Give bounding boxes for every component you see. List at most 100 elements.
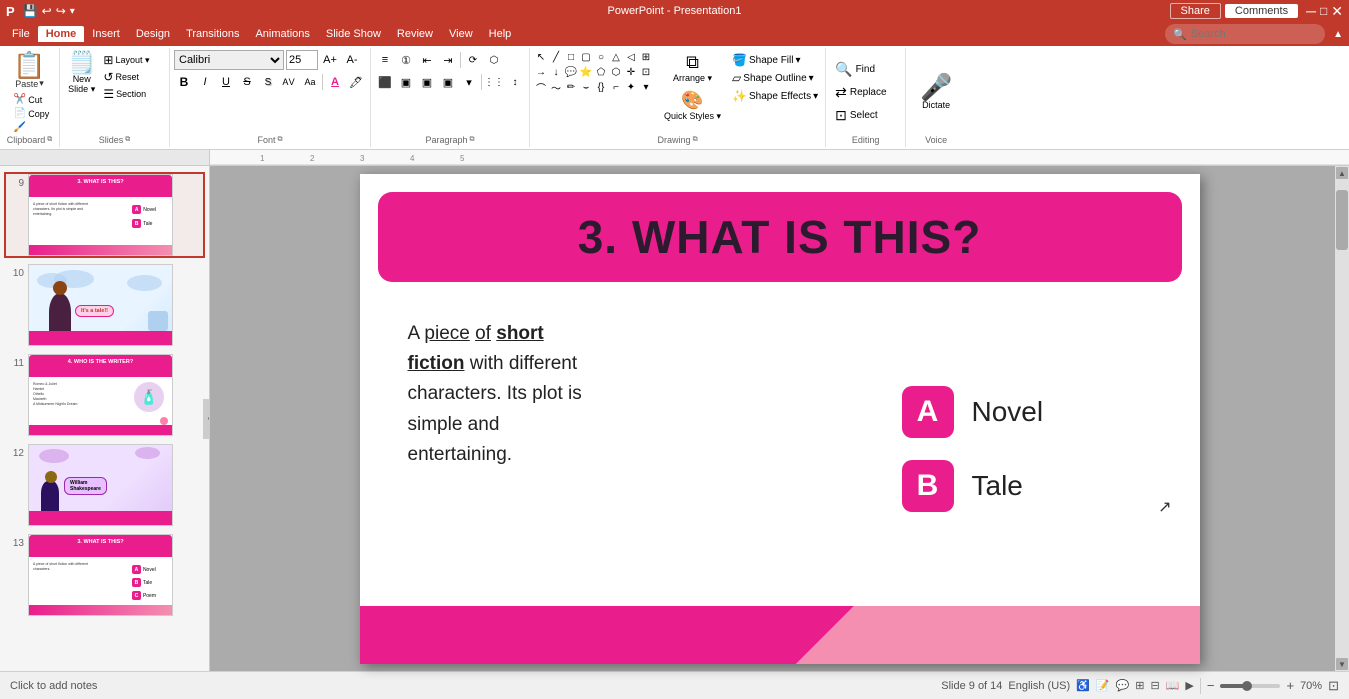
columns-btn[interactable]: ⋮⋮	[484, 72, 504, 92]
zoom-out-btn[interactable]: −	[1207, 678, 1215, 693]
shape-cross[interactable]: ✛	[624, 65, 638, 79]
notes-btn[interactable]: 📝	[1096, 679, 1110, 692]
font-color-btn[interactable]: A	[325, 72, 345, 92]
menu-help[interactable]: Help	[481, 26, 520, 42]
slide-item-13[interactable]: 13 3. WHAT IS THIS? A piece of short fic…	[4, 532, 205, 618]
ribbon-collapse-btn[interactable]: ▲	[1331, 27, 1345, 42]
font-size-input[interactable]	[286, 50, 318, 70]
accessibility-btn[interactable]: ♿	[1076, 679, 1090, 692]
increase-font-btn[interactable]: A+	[320, 50, 340, 70]
shape-star[interactable]: ⭐	[579, 65, 593, 79]
qat-more-btn[interactable]: ▾	[70, 6, 75, 17]
text-shadow-btn[interactable]: S	[258, 72, 278, 92]
shape-arrow-r[interactable]: →	[534, 65, 548, 79]
shape-more[interactable]: ⊞	[639, 50, 653, 64]
bold-btn[interactable]: B	[174, 72, 194, 92]
shapes-dropdown[interactable]: ▾	[639, 80, 653, 94]
menu-slideshow[interactable]: Slide Show	[318, 26, 389, 42]
menu-review[interactable]: Review	[389, 26, 441, 42]
shape-fill-button[interactable]: 🪣 Shape Fill ▾	[729, 52, 821, 68]
numbering-btn[interactable]: ①	[396, 50, 416, 70]
view-normal-btn[interactable]: ⊞	[1135, 679, 1144, 692]
shape-curve[interactable]: ⌣	[579, 80, 593, 94]
shape-outline-button[interactable]: ▱ Shape Outline ▾	[729, 70, 821, 86]
minimize-btn[interactable]: ─	[1306, 3, 1316, 19]
menu-design[interactable]: Design	[128, 26, 178, 42]
panel-collapse-handle[interactable]: ‹	[203, 399, 210, 439]
underline-btn[interactable]: U	[216, 72, 236, 92]
increase-indent-btn[interactable]: ⇥	[438, 50, 458, 70]
strikethrough-btn[interactable]: S	[237, 72, 257, 92]
slide-option-a[interactable]: A Novel	[902, 386, 1162, 438]
search-input[interactable]	[1191, 28, 1311, 40]
decrease-indent-btn[interactable]: ⇤	[417, 50, 437, 70]
canvas-scrollbar[interactable]: ▲ ▼	[1335, 166, 1349, 671]
shape-brace[interactable]: ⌐	[609, 80, 623, 94]
share-button[interactable]: Share	[1170, 3, 1221, 19]
bullets-btn[interactable]: ≡	[375, 50, 395, 70]
text-highlight-btn[interactable]: 🖊	[346, 72, 366, 92]
view-slideshow-btn[interactable]: ▶	[1185, 679, 1193, 692]
zoom-in-btn[interactable]: +	[1286, 678, 1294, 693]
shape-arc[interactable]: ⌒	[534, 80, 548, 94]
slide-option-b[interactable]: B Tale ↗	[902, 460, 1162, 512]
layout-button[interactable]: ⊞Layout ▾	[101, 52, 151, 68]
shape-bracket[interactable]: {}	[594, 80, 608, 94]
qat-redo-btn[interactable]: ↪	[56, 4, 66, 18]
qat-undo-btn[interactable]: ↩	[42, 4, 52, 18]
qat-save-btn[interactable]: 💾	[23, 4, 38, 18]
shape-arrow-d[interactable]: ↓	[549, 65, 563, 79]
decrease-font-btn[interactable]: A-	[342, 50, 362, 70]
shape-rtriangle[interactable]: ◁	[624, 50, 638, 64]
menu-transitions[interactable]: Transitions	[178, 26, 247, 42]
slide-text-block[interactable]: A piece of shortfiction with differentch…	[378, 299, 882, 491]
v-scrollbar-thumb[interactable]	[1336, 190, 1348, 250]
slide-item-12[interactable]: 12 WilliamShakespeare	[4, 442, 205, 528]
align-left-btn[interactable]: ⬛	[375, 72, 395, 92]
copy-button[interactable]: 📄Copy	[12, 107, 51, 120]
slide-item-10[interactable]: 10 It's a tale!!	[4, 262, 205, 348]
shape-freeform[interactable]: ✏	[564, 80, 578, 94]
convert-smartart-btn[interactable]: ⬡	[484, 50, 504, 70]
search-box[interactable]: 🔍	[1165, 24, 1325, 44]
char-spacing-btn[interactable]: AV	[279, 72, 299, 92]
shape-wave[interactable]: 〜	[549, 80, 563, 94]
fit-slide-btn[interactable]: ⊡	[1328, 678, 1339, 694]
shape-effects-button[interactable]: ✨ Shape Effects ▾	[729, 88, 821, 104]
slide-item-9[interactable]: 9 3. WHAT IS THIS? A piece of short fict…	[4, 172, 205, 258]
comments-button[interactable]: Comments	[1225, 4, 1298, 18]
replace-button[interactable]: ⇄ Replace	[832, 82, 899, 103]
zoom-slider[interactable]	[1220, 684, 1280, 688]
section-button[interactable]: ☰Section	[101, 86, 151, 102]
font-name-select[interactable]: Calibri Arial	[174, 50, 284, 70]
arrange-button[interactable]: ⧉ Arrange ▾	[662, 50, 723, 86]
maximize-btn[interactable]: □	[1320, 4, 1327, 18]
dictate-button[interactable]: 🎤 Dictate	[916, 72, 956, 112]
text-case-btn[interactable]: Aa	[300, 72, 320, 92]
reset-button[interactable]: ↺Reset	[101, 69, 151, 85]
shape-triangle[interactable]: △	[609, 50, 623, 64]
view-slidesorter-btn[interactable]: ⊟	[1150, 679, 1159, 692]
paste-button[interactable]: 📋 Paste ▾	[9, 50, 49, 91]
menu-view[interactable]: View	[441, 26, 481, 42]
cursor-icon[interactable]: ↖	[534, 50, 548, 64]
menu-insert[interactable]: Insert	[84, 26, 128, 42]
align-text-btn[interactable]: ▾	[459, 72, 479, 92]
shape-pentagon[interactable]: ⬠	[594, 65, 608, 79]
select-button[interactable]: ⊡ Select	[832, 105, 899, 126]
shape-hexagon[interactable]: ⬡	[609, 65, 623, 79]
cut-button[interactable]: ✂️Cut	[12, 93, 51, 106]
slide-item-11[interactable]: 11 4. WHO IS THE WRITER? Romeo & Juliet …	[4, 352, 205, 438]
shape-rounded-rect[interactable]: ▢	[579, 50, 593, 64]
italic-btn[interactable]: I	[195, 72, 215, 92]
menu-file[interactable]: File	[4, 26, 38, 42]
find-button[interactable]: 🔍 Find	[832, 59, 899, 80]
close-btn[interactable]: ✕	[1331, 3, 1343, 20]
shape-rect[interactable]: □	[564, 50, 578, 64]
menu-home[interactable]: Home	[38, 26, 85, 42]
line-tool[interactable]: ╱	[549, 50, 563, 64]
shape-callout[interactable]: 💬	[564, 65, 578, 79]
shape-custom[interactable]: ✦	[624, 80, 638, 94]
comments-status-btn[interactable]: 💬	[1116, 679, 1130, 692]
line-spacing-btn[interactable]: ↕	[505, 72, 525, 92]
